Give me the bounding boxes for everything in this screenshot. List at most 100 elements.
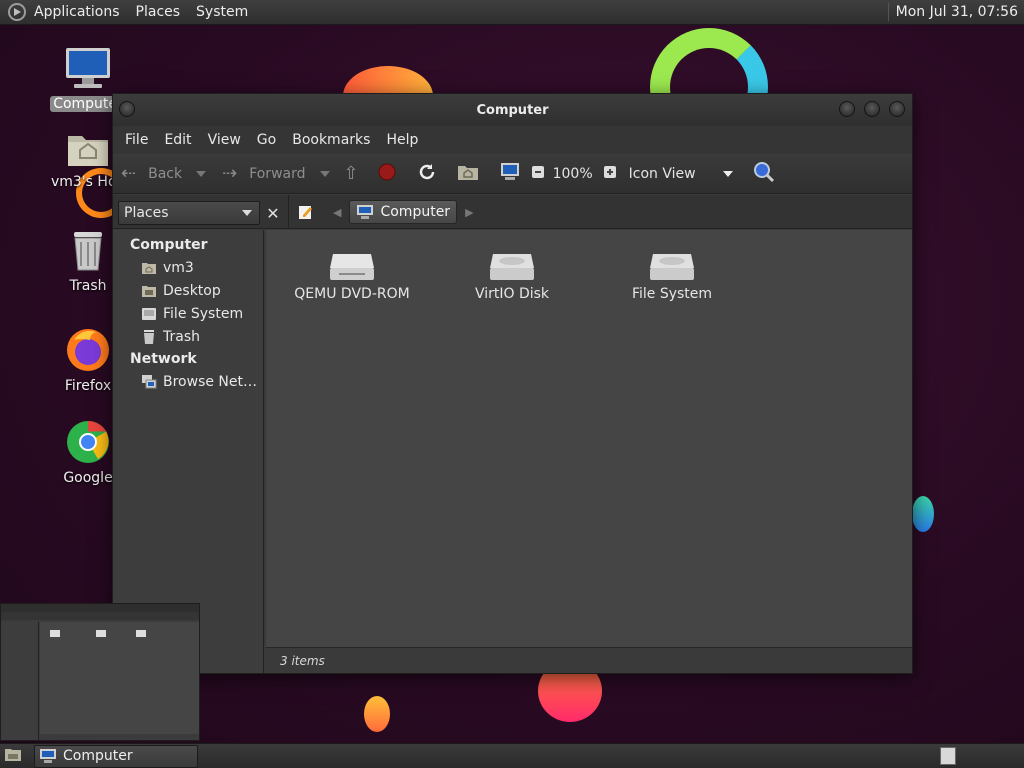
toolbar: ⇠ Back ⇢ Forward ⇧ 100% Icon View bbox=[113, 154, 912, 194]
chevron-down-icon bbox=[722, 170, 733, 177]
hard-disk-icon bbox=[490, 254, 534, 280]
sidebar-item-vm3[interactable]: vm3 bbox=[113, 256, 263, 279]
file-manager-window[interactable]: Computer File Edit View Go Bookmarks Hel… bbox=[112, 93, 913, 674]
show-desktop-icon bbox=[5, 749, 21, 761]
taskbar-item-computer[interactable]: Computer bbox=[34, 744, 198, 768]
sidebar-item-label: File System bbox=[163, 305, 244, 322]
computer-button[interactable] bbox=[499, 162, 521, 186]
desktop-folder-icon bbox=[142, 285, 156, 297]
file-item-label: VirtIO Disk bbox=[474, 286, 550, 302]
clock[interactable]: Mon Jul 31, 07:56 bbox=[889, 4, 1024, 20]
close-sidebar-button[interactable]: ✕ bbox=[262, 202, 284, 224]
breadcrumb-left-icon[interactable]: ◀ bbox=[333, 206, 341, 219]
preview-drive-icon bbox=[136, 630, 146, 637]
back-history-dropdown[interactable] bbox=[196, 170, 207, 177]
menu-edit[interactable]: Edit bbox=[156, 132, 199, 148]
file-item-virtio-disk[interactable]: VirtIO Disk bbox=[432, 248, 592, 302]
back-button[interactable]: ⇠ Back bbox=[121, 163, 182, 184]
menu-bookmarks[interactable]: Bookmarks bbox=[284, 132, 378, 148]
breadcrumb-right-icon[interactable]: ▶ bbox=[465, 206, 473, 219]
sidebar-heading-computer: Computer bbox=[130, 237, 208, 253]
wallpaper-shape bbox=[912, 496, 934, 532]
location-row: Places ✕ ◀ Computer ▶ bbox=[113, 195, 912, 229]
reload-button[interactable] bbox=[417, 162, 437, 186]
sidebar-item-desktop[interactable]: Desktop bbox=[113, 279, 263, 302]
menu-applications[interactable]: Applications bbox=[26, 0, 128, 25]
firefox-icon bbox=[67, 329, 109, 371]
hard-disk-icon bbox=[650, 254, 694, 280]
close-icon: ✕ bbox=[266, 203, 280, 223]
window-title: Computer bbox=[476, 102, 549, 118]
forward-history-dropdown[interactable] bbox=[319, 170, 330, 177]
show-desktop-button[interactable] bbox=[4, 746, 22, 766]
view-mode-select[interactable]: Icon View bbox=[629, 166, 733, 182]
file-item-qemu-dvd-rom[interactable]: QEMU DVD-ROM bbox=[272, 248, 432, 302]
zoom-in-button[interactable] bbox=[603, 165, 617, 183]
bottom-panel: Computer bbox=[0, 743, 1024, 768]
preview-sidebar bbox=[1, 622, 39, 740]
zoom-in-icon bbox=[603, 165, 616, 178]
desktop-icon-label: Trash bbox=[69, 278, 107, 294]
distro-logo-icon[interactable] bbox=[8, 3, 26, 21]
computer-icon bbox=[500, 162, 519, 180]
sidebar-item-file-system[interactable]: File System bbox=[113, 302, 263, 325]
computer-icon bbox=[357, 205, 374, 219]
menu-file[interactable]: File bbox=[117, 132, 156, 148]
breadcrumb-computer[interactable]: Computer bbox=[349, 200, 458, 224]
forward-label: Forward bbox=[249, 165, 306, 182]
edit-location-button[interactable] bbox=[295, 201, 317, 223]
close-button[interactable] bbox=[889, 101, 905, 117]
sidebar-selector[interactable]: Places bbox=[118, 201, 260, 225]
window-preview-thumbnail[interactable] bbox=[0, 603, 200, 741]
file-item-file-system[interactable]: File System bbox=[592, 248, 752, 302]
stop-icon bbox=[378, 163, 396, 180]
home-button[interactable] bbox=[457, 163, 479, 185]
sidebar-selector-label: Places bbox=[124, 205, 169, 221]
desktop-icon-label: Google bbox=[63, 470, 113, 486]
preview-toolbar bbox=[1, 612, 199, 620]
forward-arrow-icon: ⇢ bbox=[222, 163, 238, 184]
menu-view[interactable]: View bbox=[200, 132, 249, 148]
top-panel: Applications Places System Mon Jul 31, 0… bbox=[0, 0, 1024, 25]
minimize-button[interactable] bbox=[839, 101, 855, 117]
wallpaper-shape bbox=[364, 696, 390, 732]
maximize-button[interactable] bbox=[864, 101, 880, 117]
chrome-icon bbox=[67, 421, 109, 463]
sidebar-item-browse-network[interactable]: Browse Net… bbox=[113, 370, 263, 393]
trash-icon bbox=[74, 232, 102, 271]
workspace-switcher[interactable] bbox=[940, 747, 956, 765]
stop-button[interactable] bbox=[377, 162, 397, 186]
reload-icon bbox=[419, 163, 434, 179]
menu-places[interactable]: Places bbox=[128, 0, 189, 25]
forward-button[interactable]: ⇢ Forward bbox=[222, 163, 305, 184]
view-mode-label: Icon View bbox=[628, 165, 696, 182]
search-button[interactable] bbox=[753, 161, 775, 187]
computer-icon bbox=[40, 749, 56, 763]
breadcrumb-label: Computer bbox=[380, 204, 451, 220]
back-arrow-icon: ⇠ bbox=[121, 163, 137, 184]
computer-icon bbox=[66, 48, 110, 88]
preview-drive-icon bbox=[50, 630, 60, 637]
hard-disk-icon bbox=[142, 307, 156, 320]
sidebar-item-label: Browse Net… bbox=[163, 373, 258, 390]
preview-drive-icon bbox=[96, 630, 106, 637]
optical-drive-icon bbox=[330, 254, 374, 280]
zoom-out-button[interactable] bbox=[531, 165, 545, 183]
up-button[interactable]: ⇧ bbox=[344, 163, 359, 184]
zoom-level[interactable]: 100% bbox=[553, 166, 593, 182]
menu-system[interactable]: System bbox=[188, 0, 256, 25]
window-titlebar[interactable]: Computer bbox=[113, 94, 912, 126]
home-folder-icon bbox=[68, 136, 108, 166]
preview-titlebar bbox=[1, 604, 199, 612]
file-view[interactable]: QEMU DVD-ROM VirtIO Disk File System bbox=[266, 230, 912, 647]
sidebar-item-label: vm3 bbox=[163, 259, 194, 276]
status-bar: 3 items bbox=[266, 647, 912, 673]
divider bbox=[288, 195, 289, 228]
menu-help[interactable]: Help bbox=[378, 132, 426, 148]
menubar: File Edit View Go Bookmarks Help bbox=[113, 126, 912, 154]
home-folder-icon bbox=[142, 262, 156, 274]
sidebar-item-trash[interactable]: Trash bbox=[113, 325, 263, 348]
menu-go[interactable]: Go bbox=[249, 132, 284, 148]
sidebar-heading-network: Network bbox=[130, 351, 197, 367]
chevron-down-icon bbox=[242, 210, 252, 216]
